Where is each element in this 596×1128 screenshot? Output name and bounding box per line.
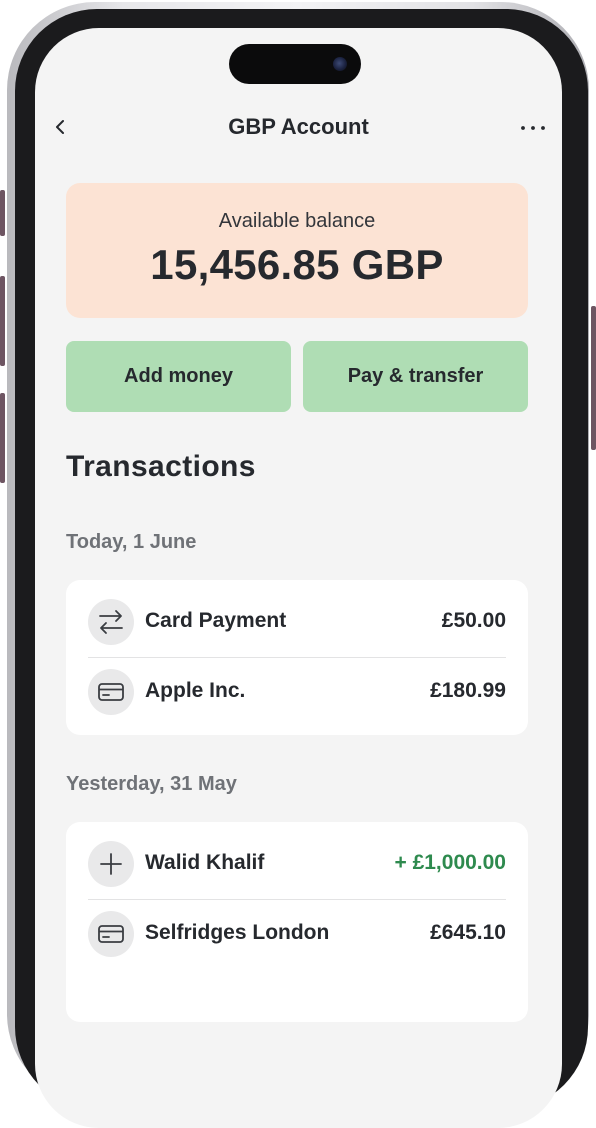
balance-card: Available balance 15,456.85 GBP: [66, 183, 528, 318]
page-title: GBP Account: [228, 114, 369, 139]
transaction-group-card: Card Payment £50.00 Apple Inc. £180.99: [66, 580, 528, 735]
add-money-button[interactable]: Add money: [66, 341, 291, 412]
date-group-label: Yesterday, 31 May: [66, 773, 237, 795]
transaction-amount: + £1,000.00: [394, 851, 506, 874]
transfer-arrows-icon: [88, 599, 134, 645]
date-group-label: Today, 1 June: [66, 531, 197, 553]
credit-card-icon: [88, 669, 134, 715]
transaction-row[interactable]: Selfridges London £645.10: [66, 900, 528, 969]
volume-up-button: [0, 276, 5, 366]
balance-amount: 15,456.85 GBP: [150, 241, 444, 288]
transaction-amount: £645.10: [430, 921, 506, 944]
transaction-row[interactable]: Card Payment £50.00: [66, 588, 528, 657]
volume-down-button: [0, 393, 5, 483]
transaction-amount: £50.00: [441, 609, 506, 632]
power-button: [591, 306, 596, 450]
more-options-button[interactable]: [518, 114, 548, 140]
plus-icon: [88, 841, 134, 887]
transaction-name: Card Payment: [145, 609, 287, 632]
pay-transfer-button[interactable]: Pay & transfer: [303, 341, 528, 412]
more-horizontal-icon: [521, 126, 545, 130]
camera-icon: [333, 57, 347, 71]
transaction-group-card: Walid Khalif + £1,000.00 Selfridges Lond…: [66, 822, 528, 1022]
balance-label: Available balance: [218, 210, 376, 232]
transaction-amount: £180.99: [430, 679, 506, 702]
transaction-name: Walid Khalif: [145, 851, 265, 874]
credit-card-icon: [88, 911, 134, 957]
transaction-row[interactable]: Apple Inc. £180.99: [66, 658, 528, 727]
mute-switch: [0, 190, 5, 236]
transaction-row[interactable]: Walid Khalif + £1,000.00: [66, 830, 528, 899]
app-screen: GBP Account Available balance 15,456.85 …: [35, 28, 562, 1128]
transactions-heading: Transactions: [66, 450, 256, 483]
dynamic-island: [229, 44, 361, 84]
transaction-name: Apple Inc.: [145, 679, 246, 702]
transaction-name: Selfridges London: [145, 921, 330, 944]
